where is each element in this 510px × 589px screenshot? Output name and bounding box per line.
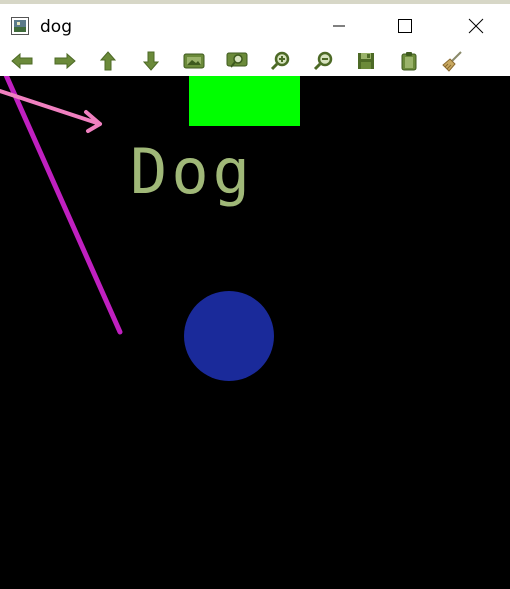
pan-down-button[interactable] [138, 50, 164, 72]
close-button[interactable] [453, 8, 499, 44]
save-button[interactable] [353, 50, 379, 72]
copy-clipboard-icon [401, 52, 417, 71]
dog-label: Dog [130, 135, 254, 208]
zoom-in-button[interactable] [267, 50, 293, 72]
app-window-icon [11, 17, 29, 35]
pan-up-button[interactable] [95, 50, 121, 72]
pan-down-icon [142, 51, 160, 71]
pan-right-icon [54, 52, 76, 70]
clear-brush-icon [442, 51, 462, 72]
zoom-fit-button[interactable] [181, 50, 207, 72]
minimize-icon [333, 25, 345, 27]
drawing-surface: Dog [0, 63, 300, 381]
close-icon [468, 18, 484, 34]
zoom-region-button[interactable] [224, 50, 250, 72]
pan-left-button[interactable] [9, 50, 35, 72]
pink-arrow [0, 89, 102, 133]
maximize-button[interactable] [382, 8, 428, 44]
magenta-line [0, 63, 123, 335]
title-bar[interactable]: dog [0, 4, 510, 44]
green-rectangle [189, 76, 300, 126]
maximize-icon [398, 19, 412, 33]
save-icon [358, 53, 374, 69]
toolbar [0, 44, 510, 76]
zoom-region-icon [226, 52, 248, 68]
clear-brush-button[interactable] [439, 50, 465, 72]
minimize-button[interactable] [316, 8, 362, 44]
zoom-out-button[interactable] [310, 50, 336, 72]
image-canvas[interactable]: Dog [0, 63, 510, 589]
zoom-in-icon [270, 51, 290, 71]
copy-clipboard-button[interactable] [396, 50, 422, 72]
pan-left-icon [11, 52, 33, 70]
blue-circle [184, 291, 274, 381]
zoom-fit-icon [183, 53, 205, 69]
pan-up-icon [99, 51, 117, 71]
pan-right-button[interactable] [52, 50, 78, 72]
image-viewer-window: dog Dog [0, 0, 510, 589]
window-title: dog [40, 17, 72, 37]
zoom-out-icon [313, 51, 333, 71]
